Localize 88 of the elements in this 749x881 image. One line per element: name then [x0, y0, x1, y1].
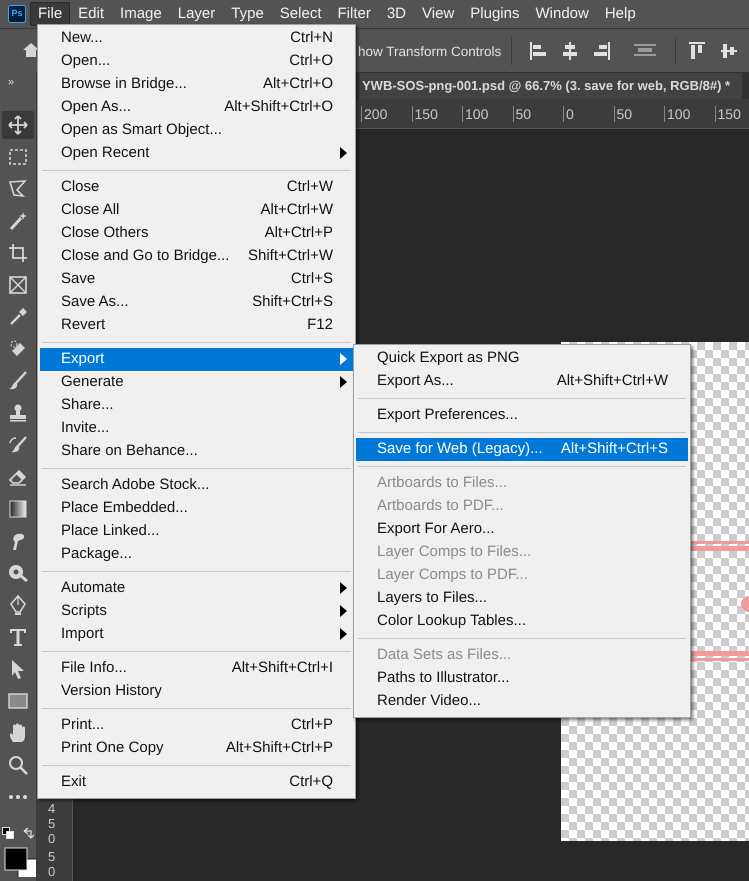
menu-item[interactable]: Export For Aero...	[356, 518, 688, 541]
menu-item[interactable]: Export As... Alt+Shift+Ctrl+W	[356, 370, 688, 393]
menu-item[interactable]: Edit	[70, 2, 112, 26]
menu-item[interactable]: Filter	[330, 2, 379, 26]
menu-item[interactable]: Exit Ctrl+Q	[40, 771, 353, 794]
menu-item[interactable]: Invite...	[40, 417, 353, 440]
ruler-label: 200	[361, 106, 388, 122]
menu-item[interactable]: Close All Alt+Ctrl+W	[40, 199, 353, 222]
menu-item[interactable]: 3D	[378, 2, 414, 26]
menu-item[interactable]: Open... Ctrl+O	[40, 50, 353, 73]
menu-item[interactable]: Generate	[40, 371, 353, 394]
magic-wand-icon[interactable]	[7, 210, 29, 232]
align-top-icon[interactable]	[688, 41, 706, 61]
align-right-icon[interactable]	[593, 41, 611, 61]
menu-item[interactable]: Search Adobe Stock...	[40, 474, 353, 497]
menu-item[interactable]: Image	[112, 2, 170, 26]
crop-icon[interactable]	[7, 242, 29, 264]
brush-icon[interactable]	[7, 370, 29, 392]
menu-item[interactable]: Export Preferences...	[356, 404, 688, 427]
menu-item[interactable]: Paths to Illustrator...	[356, 667, 688, 690]
menu-item[interactable]: Share on Behance...	[40, 440, 353, 463]
menu-item[interactable]: View	[414, 2, 462, 26]
menu-item[interactable]: Color Lookup Tables...	[356, 610, 688, 633]
gradient-icon[interactable]	[7, 498, 29, 520]
document-tab[interactable]: YWB-SOS-png-001.psd @ 66.7% (3. save for web, RGB/8#) *	[359, 73, 742, 99]
ruler-label: 150	[714, 106, 741, 122]
home-icon[interactable]	[22, 41, 40, 59]
menu-item[interactable]: File	[30, 2, 70, 26]
marquee-icon[interactable]	[7, 146, 29, 168]
menu-item[interactable]: File Info... Alt+Shift+Ctrl+I	[40, 657, 353, 680]
menu-item[interactable]: Help	[596, 2, 644, 26]
frame-icon[interactable]	[7, 274, 29, 296]
distribute-icon[interactable]	[634, 43, 656, 57]
menu-item[interactable]: Open as Smart Object...	[40, 119, 353, 142]
ruler-label: 450	[48, 801, 56, 846]
menu-item[interactable]: Import	[40, 623, 353, 646]
ruler-label: 150	[412, 106, 438, 122]
menu-item[interactable]: New... Ctrl+N	[40, 27, 353, 50]
menu-item[interactable]: Print... Ctrl+P	[40, 714, 353, 737]
default-colors-icon[interactable]	[2, 827, 14, 839]
dodge-icon[interactable]	[7, 562, 29, 584]
align-center-icon[interactable]	[561, 41, 579, 61]
menu-item[interactable]: Open Recent	[40, 142, 353, 165]
menu-item[interactable]: Print One Copy Alt+Shift+Ctrl+P	[40, 737, 353, 760]
move-tool[interactable]	[2, 111, 34, 139]
app-logo[interactable]: Ps	[8, 5, 26, 23]
menu-item[interactable]: Plugins	[462, 2, 528, 26]
menu-item[interactable]: Layers to Files...	[356, 587, 688, 610]
stamp-icon[interactable]	[7, 402, 29, 424]
menu-item[interactable]: Layer	[170, 2, 224, 26]
move-icon[interactable]	[7, 114, 29, 136]
menu-item[interactable]: Package...	[40, 543, 353, 566]
menu-item[interactable]: Export	[40, 348, 353, 371]
search-icon[interactable]	[7, 754, 29, 776]
menu-item[interactable]: Version History	[40, 680, 353, 703]
ruler-label: 100	[664, 106, 690, 122]
transform-controls-label: how Transform Controls	[358, 43, 502, 61]
menu-item[interactable]: Revert F12	[40, 314, 353, 337]
menu-item[interactable]: Place Embedded...	[40, 497, 353, 520]
panel-toggle[interactable]: »	[0, 72, 14, 100]
align-left-icon[interactable]	[529, 41, 547, 61]
menu-item[interactable]: Browse in Bridge... Alt+Ctrl+O	[40, 73, 353, 96]
menu-item[interactable]: Automate	[40, 577, 353, 600]
ruler-label: 100	[462, 106, 488, 122]
menu-item[interactable]: Close and Go to Bridge... Shift+Ctrl+W	[40, 245, 353, 268]
ruler-label: 0	[563, 106, 574, 122]
menu-item[interactable]: Save for Web (Legacy)... Alt+Shift+Ctrl+S	[356, 438, 688, 461]
menu-item[interactable]: Close Others Alt+Ctrl+P	[40, 222, 353, 245]
menu-item[interactable]: Scripts	[40, 600, 353, 623]
swap-colors-icon[interactable]	[22, 827, 34, 839]
ruler-label: 50	[48, 849, 56, 879]
type-tool-icon[interactable]	[7, 626, 29, 648]
menu-item[interactable]: Window	[527, 2, 597, 26]
ruler-label: 50	[614, 106, 632, 122]
lasso-icon[interactable]	[7, 178, 29, 200]
pen-icon[interactable]	[7, 594, 29, 616]
menu-item[interactable]: Type	[223, 2, 272, 26]
menu-item[interactable]: Place Linked...	[40, 520, 353, 543]
align-middle-icon[interactable]	[720, 41, 738, 61]
menu-item[interactable]: Save As... Shift+Ctrl+S	[40, 291, 353, 314]
ruler-label: 50	[512, 106, 532, 122]
menu-item[interactable]: Select	[272, 2, 330, 26]
menu-item[interactable]: Share...	[40, 394, 353, 417]
menu-item[interactable]: Open As... Alt+Shift+Ctrl+O	[40, 96, 353, 119]
menu-item[interactable]: Close Ctrl+W	[40, 176, 353, 199]
menu-item[interactable]: Quick Export as PNG	[356, 347, 688, 370]
menu-item[interactable]: Save Ctrl+S	[40, 268, 353, 291]
menu-item[interactable]: Render Video...	[356, 690, 688, 713]
